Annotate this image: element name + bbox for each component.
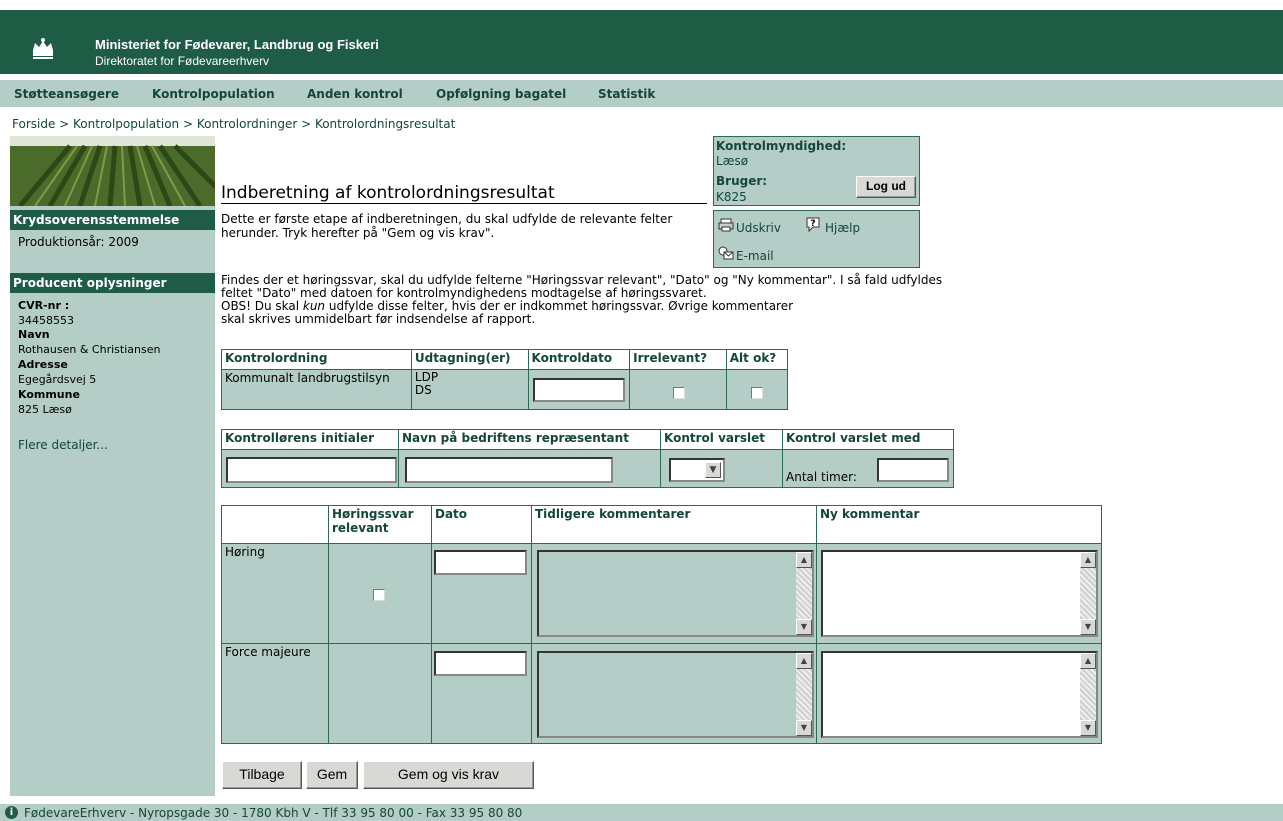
all-ok-checkbox[interactable]	[751, 387, 763, 399]
name-value: Rothausen & Christiansen	[18, 343, 161, 356]
inspector-initials-input[interactable]	[226, 457, 397, 483]
nav-opfoelgning-bagatel[interactable]: Opfølgning bagatel	[436, 87, 566, 101]
title-divider	[221, 203, 707, 204]
directorate-name: Direktoratet for Fødevareerhverv	[95, 54, 270, 68]
samplings: LDP DS	[410, 369, 529, 410]
chevron-down-icon[interactable]: ▼	[705, 462, 721, 478]
logout-button[interactable]: Log ud	[856, 176, 916, 198]
more-details-link[interactable]: Flere detaljer...	[18, 438, 108, 452]
scroll-down-icon[interactable]: ▼	[1080, 720, 1096, 736]
force-majeure-date-input[interactable]	[434, 651, 527, 676]
hearing-date-input[interactable]	[434, 550, 527, 575]
representative-name-input[interactable]	[405, 457, 613, 483]
row-label-hearing: Høring	[221, 543, 329, 644]
production-year: Produktionsår: 2009	[18, 235, 139, 249]
new-comment-force-majeure[interactable]: ▲ ▼	[821, 651, 1098, 738]
footer: FødevareErhverv - Nyropsgade 30 - 1780 K…	[0, 804, 1283, 821]
row-label-force-majeure: Force majeure	[221, 643, 329, 744]
irrelevant-checkbox[interactable]	[673, 387, 685, 399]
previous-comments-force-majeure[interactable]: ▲ ▼	[537, 651, 814, 738]
top-navigation: Støtteansøgere Kontrolpopulation Anden k…	[0, 80, 1283, 107]
previous-comments-hearing[interactable]: ▲ ▼	[537, 550, 814, 637]
scroll-down-icon[interactable]: ▼	[796, 619, 812, 635]
breadcrumb[interactable]: Forside > Kontrolpopulation > Kontrolord…	[12, 117, 455, 131]
svg-text:?: ?	[810, 219, 815, 229]
print-icon[interactable]	[718, 218, 734, 232]
scroll-up-icon[interactable]: ▲	[796, 552, 812, 568]
user-value: K825	[716, 190, 747, 204]
help-link[interactable]: Hjælp	[825, 221, 860, 235]
crown-logo-icon	[33, 38, 53, 59]
control-scheme-table: Kontrolordning Udtagning(er) Kontroldato…	[221, 349, 789, 410]
help-icon[interactable]: ?	[805, 216, 821, 232]
scroll-down-icon[interactable]: ▼	[1080, 619, 1096, 635]
scroll-up-icon[interactable]: ▲	[1080, 552, 1096, 568]
nav-kontrolpopulation[interactable]: Kontrolpopulation	[152, 87, 275, 101]
authority-label: Kontrolmyndighed:	[716, 139, 847, 153]
hours-input[interactable]	[877, 458, 949, 482]
info-icon: i	[5, 806, 18, 819]
email-icon[interactable]	[718, 246, 734, 260]
scheme-name: Kommunalt landbrugstilsyn	[221, 369, 412, 410]
municipality-label: Kommune	[18, 388, 80, 401]
nav-statistik[interactable]: Statistik	[598, 87, 655, 101]
notified-select[interactable]: ▼	[669, 458, 725, 482]
scroll-down-icon[interactable]: ▼	[796, 720, 812, 736]
hearing-note: Findes der et høringssvar, skal du udfyl…	[221, 273, 943, 326]
tools-box: Udskriv ? Hjælp E-mail	[713, 210, 920, 268]
email-link[interactable]: E-mail	[736, 249, 774, 263]
nav-anden-kontrol[interactable]: Anden kontrol	[307, 87, 403, 101]
control-date-input[interactable]	[533, 378, 625, 402]
sidebar-section-header: Krydsoverensstemmelse	[10, 210, 215, 230]
print-link[interactable]: Udskriv	[736, 221, 781, 235]
save-and-show-button[interactable]: Gem og vis krav	[363, 761, 534, 789]
page-title: Indberetning af kontrolordningsresultat	[221, 183, 555, 203]
nav-stoetteansoegere[interactable]: Støtteansøgere	[14, 87, 119, 101]
new-comment-hearing[interactable]: ▲ ▼	[821, 550, 1098, 637]
cvr-value: 34458553	[18, 314, 74, 327]
cvr-label: CVR-nr :	[18, 299, 70, 312]
scroll-up-icon[interactable]: ▲	[1080, 653, 1096, 669]
intro-text: Dette er første etape af indberetningen,…	[221, 212, 673, 240]
address-label: Adresse	[18, 358, 68, 371]
back-button[interactable]: Tilbage	[222, 761, 302, 789]
name-label: Navn	[18, 328, 50, 341]
hearing-relevant-checkbox[interactable]	[373, 589, 385, 601]
ministry-name: Ministeriet for Fødevarer, Landbrug og F…	[95, 37, 379, 52]
user-box: Kontrolmyndighed: Læsø Bruger: K825 Log …	[713, 136, 920, 206]
authority-value: Læsø	[716, 154, 749, 168]
user-label: Bruger:	[716, 174, 768, 188]
address-value: Egegårdsvej 5	[18, 373, 97, 386]
footer-text: FødevareErhverv - Nyropsgade 30 - 1780 K…	[24, 806, 523, 820]
municipality-value: 825 Læsø	[18, 403, 72, 416]
sidebar-section-header: Producent oplysninger	[10, 273, 215, 293]
save-button[interactable]: Gem	[306, 761, 358, 789]
field-photo	[10, 136, 215, 206]
scroll-up-icon[interactable]: ▲	[796, 653, 812, 669]
hours-label: Antal timer:	[786, 469, 857, 484]
